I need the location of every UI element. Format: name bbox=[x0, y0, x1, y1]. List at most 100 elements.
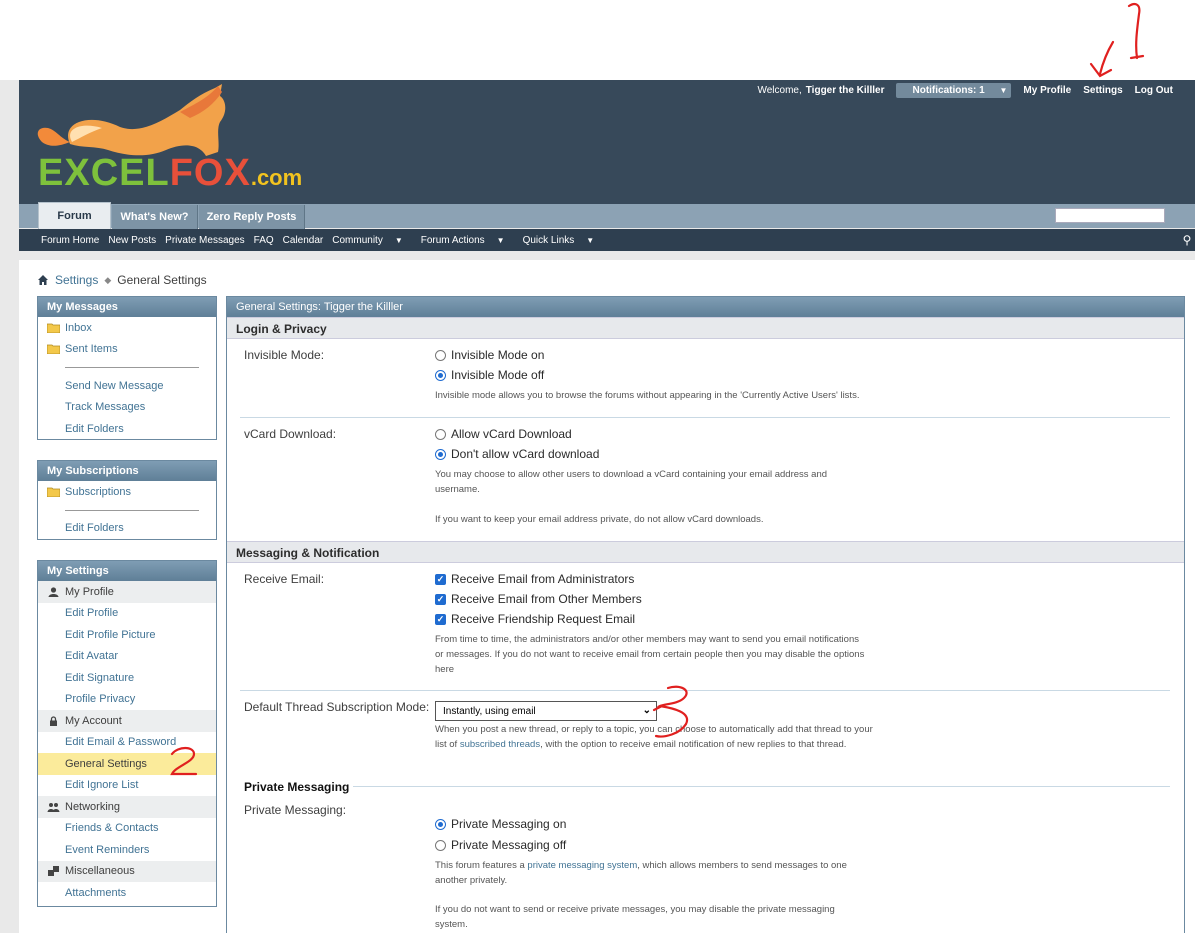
sidebar-item-edit-profile[interactable]: Edit Profile bbox=[38, 603, 216, 625]
private-messaging-off-option[interactable]: Private Messaging off bbox=[435, 838, 566, 852]
username-link[interactable]: Tigger the Killler bbox=[806, 85, 885, 96]
thread-subscription-select[interactable]: Instantly, using email ⌄ bbox=[435, 701, 657, 721]
option-label: Invisible Mode off bbox=[451, 368, 545, 382]
sidebar-item-label: Subscriptions bbox=[65, 485, 132, 498]
breadcrumb: Settings ◆ General Settings bbox=[37, 273, 207, 287]
vcard-allow-option[interactable]: Allow vCard Download bbox=[435, 427, 572, 441]
sidebar-item-sent-items[interactable]: Sent Items bbox=[38, 339, 216, 361]
sidebar-category-label: Miscellaneous bbox=[65, 865, 135, 878]
my-profile-link[interactable]: My Profile bbox=[1023, 85, 1071, 96]
subnav-quick-links[interactable]: Quick Links ▼ bbox=[523, 235, 604, 246]
sidebar-item-edit-folders[interactable]: Edit Folders bbox=[38, 418, 216, 440]
sidebar-category-label: Networking bbox=[65, 800, 121, 813]
option-label: Receive Email from Administrators bbox=[451, 572, 635, 586]
option-label: Receive Friendship Request Email bbox=[451, 612, 636, 626]
sidebar-item-edit-email-password[interactable]: Edit Email & Password bbox=[38, 732, 216, 754]
sidebar-item-edit-profile-picture[interactable]: Edit Profile Picture bbox=[38, 624, 216, 646]
home-icon[interactable] bbox=[37, 274, 49, 286]
subnav-quick-links-label: Quick Links bbox=[522, 234, 575, 246]
sidebar-item-general-settings[interactable]: General Settings bbox=[38, 753, 216, 775]
sidebar-category-my-profile: My Profile bbox=[38, 581, 216, 603]
sidebar-heading: My Settings bbox=[38, 561, 216, 581]
subnav-forum-home[interactable]: Forum Home bbox=[41, 235, 99, 246]
notifications-dropdown[interactable]: Notifications: 1 ▼ bbox=[896, 82, 1012, 98]
lock-icon bbox=[50, 716, 57, 726]
radio-button-selected[interactable] bbox=[435, 369, 446, 381]
subnav-calendar[interactable]: Calendar bbox=[283, 235, 324, 246]
subnav-community-label: Community bbox=[332, 234, 383, 246]
radio-button-selected[interactable] bbox=[435, 448, 446, 460]
invisible-mode-off-option[interactable]: Invisible Mode off bbox=[435, 368, 544, 382]
subnav-private-messages[interactable]: Private Messages bbox=[165, 235, 244, 246]
tab-whats-new[interactable]: What's New? bbox=[112, 205, 198, 229]
chevron-down-icon: ⌄ bbox=[642, 705, 651, 716]
radio-button[interactable] bbox=[435, 428, 446, 440]
option-label: Invisible Mode on bbox=[451, 348, 545, 362]
logo-text: EXCELFOX.com bbox=[38, 152, 302, 195]
sidebar-category-miscellaneous: Miscellaneous bbox=[38, 860, 216, 882]
sidebar-item-event-reminders[interactable]: Event Reminders bbox=[38, 839, 216, 861]
divider bbox=[65, 367, 199, 368]
option-label: Private Messaging on bbox=[451, 817, 567, 831]
sidebar-item-inbox[interactable]: Inbox bbox=[38, 317, 216, 339]
private-messaging-disable-description: If you do not want to send or receive pr… bbox=[435, 904, 835, 930]
private-messaging-on-option[interactable]: Private Messaging on bbox=[435, 817, 566, 831]
receive-email-description: From time to time, the administrators an… bbox=[435, 634, 865, 675]
search-input[interactable] bbox=[1055, 208, 1165, 223]
sidebar-item-edit-ignore-list[interactable]: Edit Ignore List bbox=[38, 775, 216, 797]
search-icon[interactable]: ⚲ bbox=[1179, 229, 1195, 251]
subnav-forum-actions[interactable]: Forum Actions ▼ bbox=[421, 235, 514, 246]
sidebar-item-send-new-message[interactable]: Send New Message bbox=[38, 375, 216, 397]
sidebar-my-messages: My Messages Inbox Sent Items Send New Me… bbox=[37, 296, 217, 440]
sidebar-heading: My Messages bbox=[38, 297, 216, 317]
subnav-new-posts[interactable]: New Posts bbox=[108, 235, 156, 246]
sidebar-item-track-messages[interactable]: Track Messages bbox=[38, 397, 216, 419]
receive-email-members-option[interactable]: ✓ Receive Email from Other Members bbox=[435, 592, 642, 606]
subnav-community[interactable]: Community ▼ bbox=[332, 235, 412, 246]
sidebar-item-edit-signature[interactable]: Edit Signature bbox=[38, 667, 216, 689]
sidebar-item-friends-contacts[interactable]: Friends & Contacts bbox=[38, 818, 216, 840]
breadcrumb-separator-icon: ◆ bbox=[104, 274, 112, 285]
receive-email-label: Receive Email: bbox=[244, 572, 325, 586]
private-messaging-system-link[interactable]: private messaging system bbox=[527, 860, 637, 871]
sidebar-item-edit-folders[interactable]: Edit Folders bbox=[38, 518, 216, 540]
sidebar-heading: My Subscriptions bbox=[38, 461, 216, 481]
sidebar-item-edit-avatar[interactable]: Edit Avatar bbox=[38, 646, 216, 668]
tab-forum[interactable]: Forum bbox=[38, 202, 111, 229]
subnav-faq[interactable]: FAQ bbox=[254, 235, 274, 246]
vcard-description-private: If you want to keep your email address p… bbox=[435, 514, 764, 525]
checkbox-checked[interactable]: ✓ bbox=[435, 613, 446, 625]
panel-title: General Settings: Tigger the Killler bbox=[227, 297, 1184, 317]
sidebar-item-profile-privacy[interactable]: Profile Privacy bbox=[38, 689, 216, 711]
subscribed-threads-link[interactable]: subscribed threads bbox=[460, 739, 540, 750]
logo-fox-text: FOX bbox=[169, 152, 251, 194]
desc-text: , with the option to receive email notif… bbox=[540, 739, 847, 750]
settings-link[interactable]: Settings bbox=[1083, 85, 1122, 96]
invisible-mode-on-option[interactable]: Invisible Mode on bbox=[435, 348, 544, 362]
sidebar-category-my-account: My Account bbox=[38, 710, 216, 732]
radio-button[interactable] bbox=[435, 839, 446, 851]
divider bbox=[65, 509, 199, 511]
breadcrumb-settings[interactable]: Settings bbox=[55, 273, 98, 287]
subnav-forum-actions-label: Forum Actions bbox=[420, 234, 485, 246]
sidebar-item-subscriptions[interactable]: Subscriptions bbox=[38, 481, 216, 503]
chevron-down-icon: ▼ bbox=[394, 235, 403, 245]
checkbox-checked[interactable]: ✓ bbox=[435, 593, 446, 605]
receive-friendship-email-option[interactable]: ✓ Receive Friendship Request Email bbox=[435, 612, 635, 626]
tab-zero-reply-posts[interactable]: Zero Reply Posts bbox=[199, 205, 305, 229]
chevron-down-icon: ▼ bbox=[496, 235, 505, 245]
folder-icon bbox=[47, 344, 60, 355]
divider bbox=[240, 690, 1170, 691]
radio-button[interactable] bbox=[435, 349, 446, 361]
option-label: Allow vCard Download bbox=[451, 427, 572, 441]
people-icon bbox=[47, 802, 60, 812]
log-out-link[interactable]: Log Out bbox=[1135, 85, 1173, 96]
checkbox-checked[interactable]: ✓ bbox=[435, 573, 446, 585]
vcard-deny-option[interactable]: Don't allow vCard download bbox=[435, 447, 599, 461]
radio-button-selected[interactable] bbox=[435, 818, 446, 830]
chevron-down-icon: ▼ bbox=[586, 235, 595, 245]
sidebar-category-label: My Account bbox=[65, 714, 122, 727]
breadcrumb-current: General Settings bbox=[117, 273, 207, 287]
receive-email-admin-option[interactable]: ✓ Receive Email from Administrators bbox=[435, 572, 634, 586]
sidebar-item-attachments[interactable]: Attachments bbox=[38, 882, 216, 904]
